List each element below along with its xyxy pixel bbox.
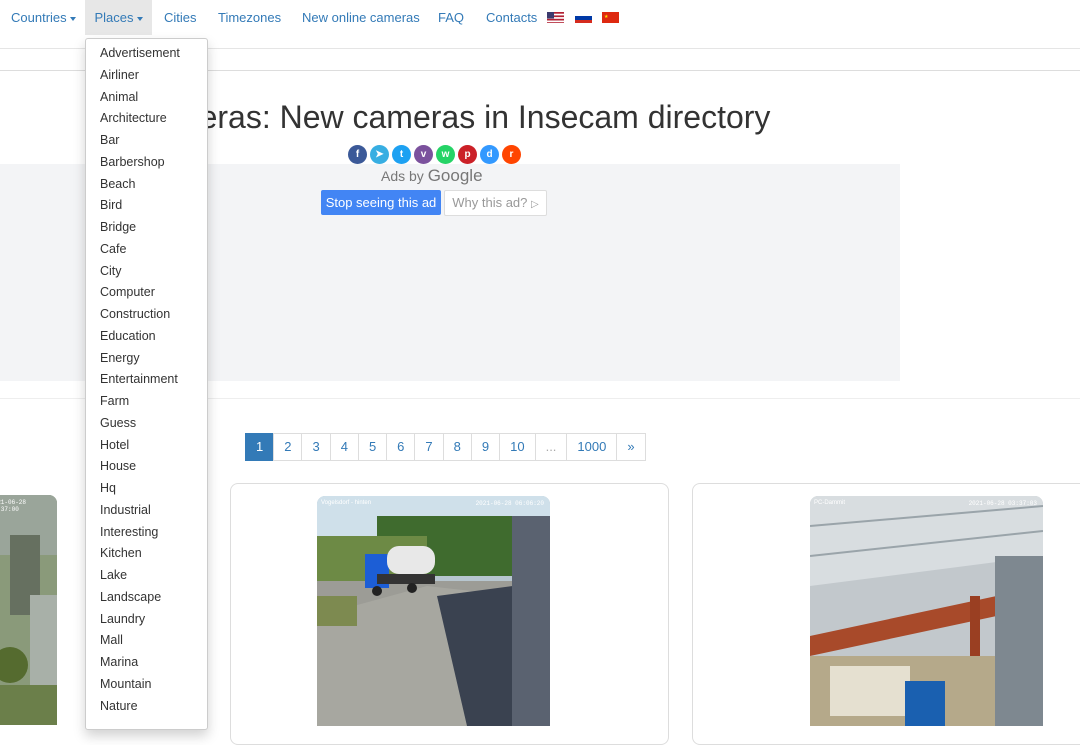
menu-item-bar[interactable]: Bar (100, 131, 119, 149)
viber-icon[interactable]: v (414, 145, 433, 164)
menu-item-mall[interactable]: Mall (100, 631, 123, 649)
menu-item-entertainment[interactable]: Entertainment (100, 370, 178, 388)
menu-item-education[interactable]: Education (100, 327, 156, 345)
menu-item-guess[interactable]: Guess (100, 414, 136, 432)
camera-card: PC-Dammit 2021-06-28 03:37:03 (692, 483, 1080, 745)
cn-flag-icon[interactable]: ★ (602, 11, 619, 23)
nav-places-label: Places (94, 10, 134, 25)
nav-places[interactable]: Places (85, 0, 152, 35)
camera-thumbnail[interactable]: Vogelsdorf - hinten 2021-06-28 06:06:20 (317, 496, 550, 726)
menu-item-computer[interactable]: Computer (100, 283, 155, 301)
menu-item-house[interactable]: House (100, 457, 136, 475)
ru-flag-icon[interactable] (575, 11, 592, 23)
menu-item-marina[interactable]: Marina (100, 653, 138, 671)
page-link[interactable]: 1000 (566, 433, 618, 461)
menu-item-industrial[interactable]: Industrial (100, 501, 151, 519)
google-logo: Google (427, 166, 483, 185)
places-dropdown-menu: Advertisement Airliner Animal Architectu… (85, 38, 208, 730)
caret-down-icon (69, 16, 76, 21)
pagination: 1 2 3 4 5 6 7 8 9 10 ... 1000 » (245, 433, 646, 461)
page-link[interactable]: 10 (499, 433, 536, 461)
menu-item-kitchen[interactable]: Kitchen (100, 544, 142, 562)
ads-by-label: Ads by (381, 168, 424, 184)
page-link[interactable]: 9 (470, 433, 501, 461)
menu-item-nature[interactable]: Nature (100, 697, 138, 715)
menu-item-advertisement[interactable]: Advertisement (100, 44, 180, 62)
facebook-icon[interactable]: f (348, 145, 367, 164)
nav-countries-label: Countries (11, 10, 67, 25)
nav-cities[interactable]: Cities (164, 0, 197, 35)
svg-text:★: ★ (604, 14, 609, 20)
whatsapp-icon[interactable]: w (436, 145, 455, 164)
page-link[interactable]: 2 (273, 433, 303, 461)
camera-card: Vogelsdorf - hinten 2021-06-28 06:06:20 (230, 483, 669, 745)
nav-timezones[interactable]: Timezones (218, 0, 281, 35)
next-page-link[interactable]: » (616, 433, 646, 461)
camera-thumbnail[interactable]: 2021-06-28 03:37:00 (0, 495, 57, 725)
menu-item-architecture[interactable]: Architecture (100, 109, 167, 127)
page-link[interactable]: 3 (301, 433, 331, 461)
menu-item-mountain[interactable]: Mountain (100, 675, 151, 693)
nav-faq[interactable]: FAQ (438, 0, 464, 35)
menu-item-farm[interactable]: Farm (100, 392, 129, 410)
page-link[interactable]: 8 (442, 433, 472, 461)
camera-name: PC-Dammit (814, 500, 845, 506)
adchoices-icon: ▷ (531, 199, 539, 210)
page-link[interactable]: 1 (245, 433, 275, 461)
why-this-ad-label: Why this ad? (452, 195, 528, 210)
menu-item-laundry[interactable]: Laundry (100, 610, 145, 628)
delicious-icon[interactable]: d (480, 145, 499, 164)
nav-countries[interactable]: Countries (11, 0, 76, 35)
camera-timestamp: 2021-06-28 03:37:03 (968, 500, 1037, 507)
menu-item-bird[interactable]: Bird (100, 196, 122, 214)
page-link[interactable]: 4 (329, 433, 359, 461)
menu-item-city[interactable]: City (100, 262, 122, 280)
page-ellipsis: ... (534, 433, 568, 461)
page-link[interactable]: 7 (414, 433, 444, 461)
caret-down-icon (136, 16, 143, 21)
menu-item-construction[interactable]: Construction (100, 305, 170, 323)
us-flag-icon[interactable] (547, 11, 564, 23)
twitter-icon[interactable]: t (392, 145, 411, 164)
menu-item-animal[interactable]: Animal (100, 88, 138, 106)
menu-item-airliner[interactable]: Airliner (100, 66, 139, 84)
telegram-icon[interactable]: ➤ (370, 145, 389, 164)
nav-contacts[interactable]: Contacts (486, 0, 537, 35)
menu-item-cafe[interactable]: Cafe (100, 240, 126, 258)
why-this-ad-button[interactable]: Why this ad? ▷ (444, 190, 547, 216)
menu-item-hotel[interactable]: Hotel (100, 436, 129, 454)
page-link[interactable]: 5 (357, 433, 388, 461)
ads-by-google: Ads by Google (381, 166, 483, 186)
menu-item-energy[interactable]: Energy (100, 349, 140, 367)
stop-seeing-ad-button[interactable]: Stop seeing this ad (321, 190, 441, 215)
camera-name: Vogelsdorf - hinten (321, 500, 372, 506)
menu-item-landscape[interactable]: Landscape (100, 588, 161, 606)
menu-item-beach[interactable]: Beach (100, 175, 135, 193)
nav-new-cameras[interactable]: New online cameras (302, 0, 420, 35)
menu-item-interesting[interactable]: Interesting (100, 523, 158, 541)
menu-item-bridge[interactable]: Bridge (100, 218, 136, 236)
menu-item-lake[interactable]: Lake (100, 566, 127, 584)
pinterest-icon[interactable]: p (458, 145, 477, 164)
camera-timestamp: 2021-06-28 03:37:00 (0, 499, 27, 513)
menu-item-barbershop[interactable]: Barbershop (100, 153, 165, 171)
camera-timestamp: 2021-06-28 06:06:20 (475, 500, 544, 507)
page-link[interactable]: 6 (386, 433, 416, 461)
reddit-icon[interactable]: r (502, 145, 521, 164)
menu-item-hq[interactable]: Hq (100, 479, 116, 497)
camera-thumbnail[interactable]: PC-Dammit 2021-06-28 03:37:03 (810, 496, 1043, 726)
